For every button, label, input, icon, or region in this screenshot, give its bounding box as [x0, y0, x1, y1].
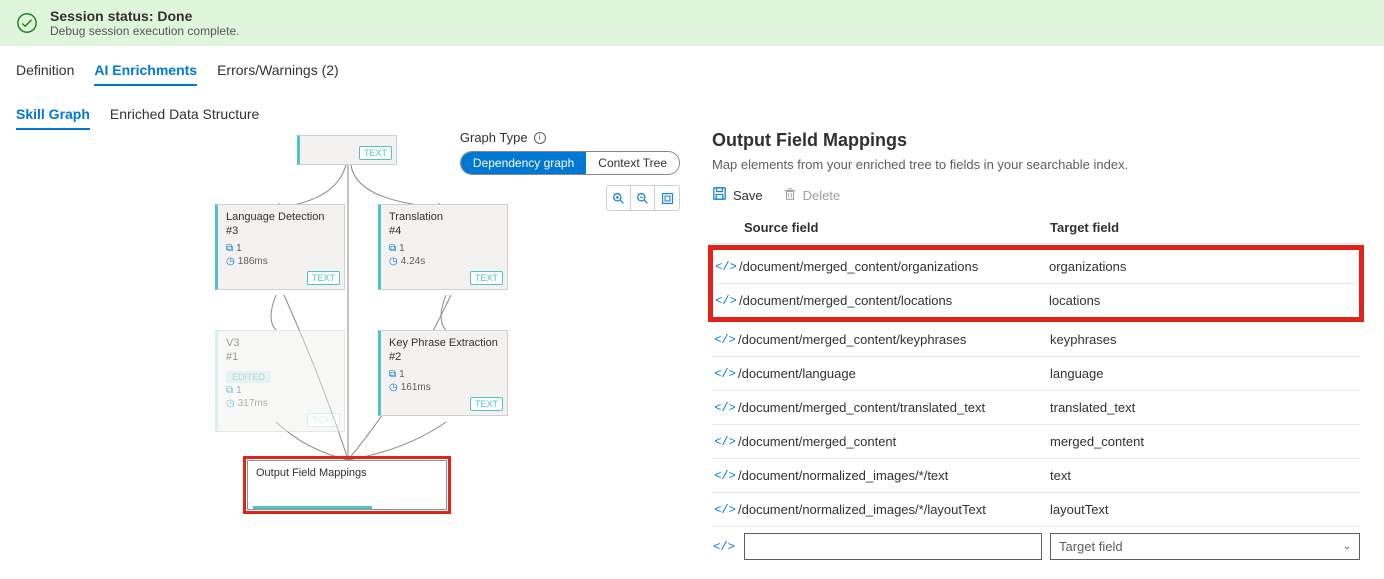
copy-icon: ⧉	[226, 243, 233, 254]
skill-node-key-phrase[interactable]: Key Phrase Extraction #2 ⧉1 ◷161ms TEXT	[378, 330, 508, 416]
trash-icon	[783, 187, 797, 204]
main-tabs: Definition AI Enrichments Errors/Warning…	[0, 46, 1384, 86]
mapping-row[interactable]: </> /document/normalized_images/*/text t…	[712, 459, 1360, 493]
chevron-down-icon: ⌄	[1343, 541, 1351, 552]
mapping-row[interactable]: </> /document/merged_content/organizatio…	[713, 250, 1359, 284]
status-title: Session status: Done	[50, 8, 239, 24]
mapping-row[interactable]: </> /document/merged_content/translated_…	[712, 391, 1360, 425]
copy-icon: ⧉	[389, 369, 396, 380]
mapping-row[interactable]: </> /document/normalized_images/*/layout…	[712, 493, 1360, 527]
skill-node-language-detection[interactable]: Language Detection #3 ⧉1 ◷186ms TEXT	[215, 204, 345, 290]
mapping-row[interactable]: </> /document/merged_content merged_cont…	[712, 425, 1360, 459]
skill-node-translation[interactable]: Translation #4 ⧉1 ◷4.24s TEXT	[378, 204, 508, 290]
code-icon: </>	[712, 333, 738, 347]
text-badge: TEXT	[359, 146, 392, 160]
delete-button: Delete	[783, 187, 841, 204]
code-icon: </>	[712, 540, 736, 554]
code-icon: </>	[712, 435, 738, 449]
save-icon	[712, 186, 727, 204]
code-icon: </>	[712, 469, 738, 483]
save-button[interactable]: Save	[712, 186, 763, 204]
clock-icon: ◷	[226, 256, 235, 267]
target-field-select[interactable]: Target field ⌄	[1050, 533, 1360, 560]
skill-node-top[interactable]: TEXT	[297, 135, 397, 165]
code-icon: </>	[712, 401, 738, 415]
code-icon: </>	[713, 294, 739, 308]
mapping-row[interactable]: </> /document/language language	[712, 357, 1360, 391]
source-field-input[interactable]	[744, 533, 1042, 560]
code-icon: </>	[712, 367, 738, 381]
copy-icon: ⧉	[389, 243, 396, 254]
tab-ai-enrichments[interactable]: AI Enrichments	[94, 56, 197, 86]
mapping-row[interactable]: </> /document/merged_content/locations l…	[713, 284, 1359, 317]
tab-errors-warnings[interactable]: Errors/Warnings (2)	[217, 56, 339, 86]
clock-icon: ◷	[389, 256, 398, 267]
tab-definition[interactable]: Definition	[16, 56, 74, 86]
mapping-row[interactable]: </> /document/merged_content/keyphrases …	[712, 323, 1360, 357]
sub-tabs: Skill Graph Enriched Data Structure	[0, 86, 1384, 130]
panel-title: Output Field Mappings	[712, 130, 1360, 151]
subtab-enriched-data[interactable]: Enriched Data Structure	[110, 100, 259, 130]
output-field-mappings-node[interactable]: Output Field Mappings	[247, 460, 447, 510]
skill-node-v3[interactable]: V3 #1 EDITED ⧉1 ◷317ms TEXT	[215, 330, 345, 432]
edited-badge: EDITED	[226, 371, 271, 383]
panel-subtitle: Map elements from your enriched tree to …	[712, 157, 1360, 172]
status-banner: Session status: Done Debug session execu…	[0, 0, 1384, 46]
text-badge: TEXT	[470, 271, 503, 285]
copy-icon: ⧉	[226, 385, 233, 396]
text-badge: TEXT	[307, 413, 340, 427]
mapping-table-header: Source field Target field	[712, 216, 1360, 244]
clock-icon: ◷	[389, 382, 398, 393]
success-icon	[16, 12, 38, 34]
clock-icon: ◷	[226, 398, 235, 409]
subtab-skill-graph[interactable]: Skill Graph	[16, 100, 90, 130]
code-icon: </>	[712, 503, 738, 517]
highlighted-rows: </> /document/merged_content/organizatio…	[710, 247, 1362, 320]
status-message: Debug session execution complete.	[50, 24, 239, 38]
text-badge: TEXT	[307, 271, 340, 285]
text-badge: TEXT	[470, 397, 503, 411]
new-mapping-row: </> Target field ⌄	[712, 527, 1360, 566]
code-icon: </>	[713, 260, 739, 274]
